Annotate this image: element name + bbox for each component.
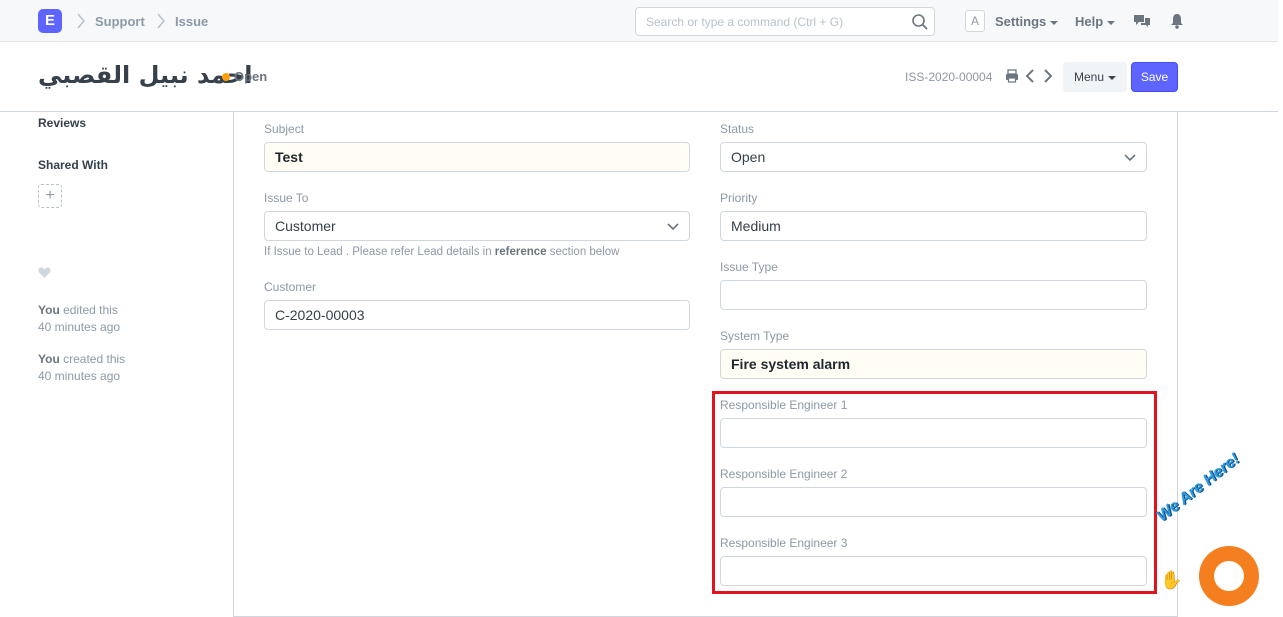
activity-action: edited this	[63, 303, 118, 317]
issue-to-help-text: If Issue to Lead . Please refer Lead det…	[264, 246, 619, 258]
issue-to-label: Issue To	[264, 191, 309, 205]
status-badge: Open	[234, 69, 268, 84]
page-head: احمد نبيل القصبي Open ISS-2020-00004 Men…	[0, 42, 1278, 112]
document-name: ISS-2020-00004	[905, 70, 993, 84]
activity-item: You edited this 40 minutes ago	[38, 302, 120, 336]
search-icon[interactable]	[911, 13, 929, 31]
settings-dropdown[interactable]: Settings	[995, 14, 1059, 29]
activity-user: You	[38, 352, 60, 366]
heart-icon[interactable]	[38, 266, 51, 279]
avatar[interactable]: A	[965, 10, 985, 32]
activity-time: 40 minutes ago	[38, 320, 121, 334]
status-select[interactable]: Open	[720, 142, 1147, 172]
caret-down-icon	[1107, 20, 1116, 25]
system-type-label: System Type	[720, 329, 790, 343]
shared-with-label: Shared With	[38, 158, 108, 172]
plus-icon: +	[45, 187, 55, 204]
issue-to-select[interactable]: Customer	[264, 211, 690, 241]
customer-field[interactable]: C-2020-00003	[264, 300, 690, 330]
chevron-left-icon[interactable]	[1023, 68, 1039, 84]
help-text-pre: If Issue to Lead . Please refer Lead det…	[264, 246, 495, 258]
menu-label: Menu	[1073, 70, 1105, 84]
search-box	[635, 7, 935, 36]
chevron-right-icon	[77, 13, 85, 29]
priority-field[interactable]: Medium	[720, 211, 1147, 241]
chevron-right-icon	[157, 13, 165, 29]
add-share-button[interactable]: +	[38, 184, 62, 208]
subject-label: Subject	[264, 122, 305, 136]
save-button[interactable]: Save	[1131, 62, 1178, 92]
help-text-post: section below	[546, 246, 620, 258]
chevron-down-icon	[1124, 154, 1136, 162]
status-value: Open	[731, 149, 766, 165]
highlight-box	[712, 391, 1157, 594]
chevron-right-icon[interactable]	[1040, 68, 1056, 84]
caret-down-icon	[1050, 20, 1059, 25]
status-indicator	[222, 73, 230, 81]
help-dropdown[interactable]: Help	[1075, 14, 1116, 29]
customer-label: Customer	[264, 280, 317, 294]
chevron-down-icon	[667, 223, 679, 231]
system-type-field[interactable]: Fire system alarm	[720, 349, 1147, 379]
activity-action: created this	[63, 352, 126, 366]
menu-button[interactable]: Menu	[1063, 62, 1127, 92]
activity-time: 40 minutes ago	[38, 369, 121, 383]
breadcrumb-issue[interactable]: Issue	[175, 14, 208, 29]
navbar: E Support Issue A Settings Help	[0, 0, 1278, 42]
priority-label: Priority	[720, 191, 758, 205]
print-icon[interactable]	[1004, 68, 1020, 84]
app-logo[interactable]: E	[38, 9, 62, 33]
bell-icon[interactable]	[1168, 12, 1186, 30]
reviews-label: Reviews	[38, 116, 87, 130]
settings-label: Settings	[995, 14, 1047, 29]
breadcrumb-support[interactable]: Support	[95, 14, 145, 29]
status-label: Status	[720, 122, 755, 136]
issue-type-label: Issue Type	[720, 260, 778, 274]
search-input[interactable]	[636, 8, 896, 35]
page-title: احمد نبيل القصبي	[38, 61, 253, 89]
chat-bubble-icon	[1214, 561, 1244, 591]
activity-item: You created this 40 minutes ago	[38, 351, 125, 385]
issue-type-field[interactable]	[720, 280, 1147, 310]
activity-user: You	[38, 303, 60, 317]
waving-hand-icon: ✋	[1160, 570, 1183, 590]
chat-icon[interactable]	[1133, 12, 1151, 30]
issue-to-value: Customer	[275, 218, 336, 234]
help-label: Help	[1075, 14, 1104, 29]
chat-widget-button[interactable]	[1199, 546, 1259, 606]
help-text-bold: reference	[494, 246, 547, 258]
subject-field[interactable]: Test	[264, 142, 690, 172]
caret-down-icon	[1108, 75, 1117, 80]
